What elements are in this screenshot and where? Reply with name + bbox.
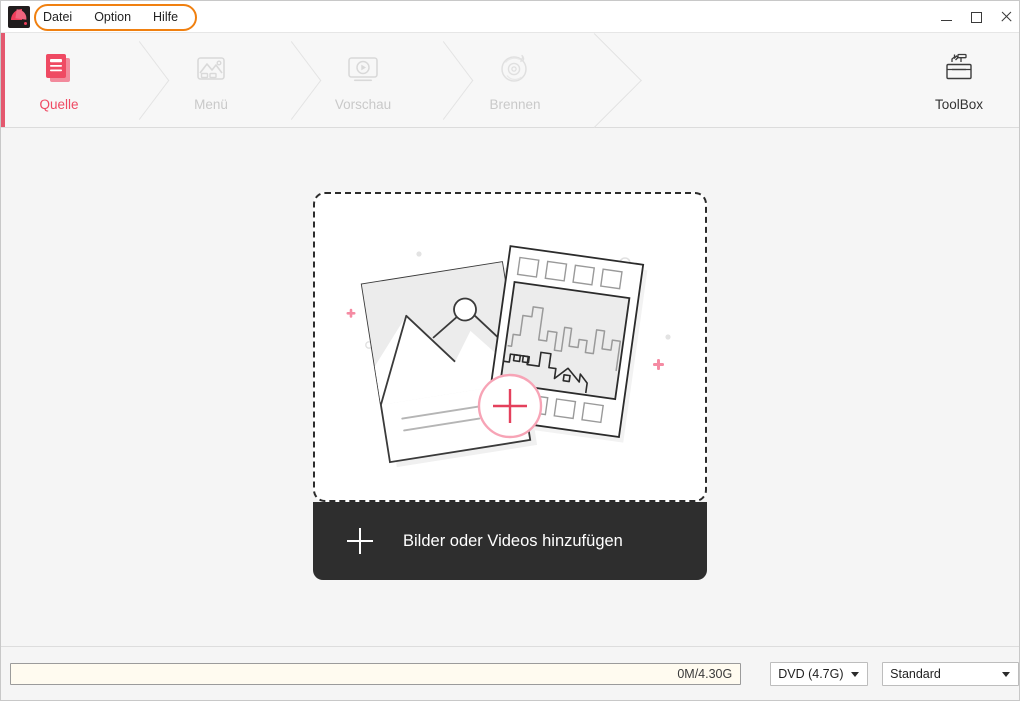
toolbox-icon (939, 48, 979, 88)
document-pages-icon (40, 49, 78, 89)
minimize-icon (940, 19, 952, 21)
step-separator-3 (417, 33, 461, 127)
disc-type-value: DVD (4.7G) (778, 666, 844, 681)
image-picture-icon (192, 49, 230, 89)
photo-and-filmstrip-illustration (346, 245, 671, 468)
media-dropzone[interactable] (313, 192, 707, 502)
step-navigation-bar: Quelle Menü Vorschau Brennen ToolBox (1, 33, 1019, 128)
quality-value: Standard (890, 666, 941, 681)
tab-menu-label: Menü (194, 96, 228, 112)
toolbox-button[interactable]: ToolBox (911, 33, 1007, 127)
menu-item-option[interactable]: Option (94, 7, 131, 27)
tab-vorschau-label: Vorschau (334, 96, 392, 112)
maximize-icon (970, 11, 982, 23)
tab-quelle-label: Quelle (39, 96, 79, 112)
quality-select[interactable]: Standard (882, 661, 1019, 686)
tab-quelle[interactable]: Quelle (5, 33, 113, 127)
tab-vorschau[interactable]: Vorschau (309, 33, 417, 127)
status-bar: 0M/4.30G DVD (4.7G) Standard (1, 646, 1019, 700)
app-logo-icon (8, 5, 30, 28)
toolbox-label: ToolBox (934, 97, 984, 112)
close-icon (1000, 11, 1012, 23)
application-window: Datei Option Hilfe Quelle Menü Vorschau … (0, 0, 1020, 701)
window-controls (931, 1, 1019, 33)
disc-type-select[interactable]: DVD (4.7G) (770, 661, 869, 686)
tab-brennen-label: Brennen (489, 96, 541, 112)
close-button[interactable] (991, 1, 1019, 33)
step-separator-4 (569, 33, 613, 127)
step-separator-1 (113, 33, 157, 127)
disc-flame-icon (496, 49, 534, 89)
minimize-button[interactable] (931, 1, 961, 33)
capacity-progress-bar[interactable]: 0M/4.30G (10, 662, 742, 685)
menu-item-datei[interactable]: Datei (43, 7, 72, 27)
menu-item-hilfe[interactable]: Hilfe (153, 7, 178, 27)
plus-icon (347, 528, 373, 554)
step-separator-2 (265, 33, 309, 127)
content-area: Bilder oder Videos hinzufügen (1, 128, 1019, 646)
add-media-label: Bilder oder Videos hinzufügen (403, 531, 623, 550)
menu-bar: Datei Option Hilfe (41, 1, 200, 33)
step-list: Quelle Menü Vorschau Brennen (5, 33, 613, 127)
tab-menu[interactable]: Menü (157, 33, 265, 127)
maximize-button[interactable] (961, 1, 991, 33)
add-media-button[interactable]: Bilder oder Videos hinzufügen (313, 502, 707, 580)
chevron-down-icon (1002, 671, 1010, 677)
monitor-play-icon (344, 49, 382, 89)
chevron-down-icon (851, 671, 860, 677)
title-bar: Datei Option Hilfe (1, 1, 1019, 33)
capacity-label: 0M/4.30G (677, 666, 733, 681)
